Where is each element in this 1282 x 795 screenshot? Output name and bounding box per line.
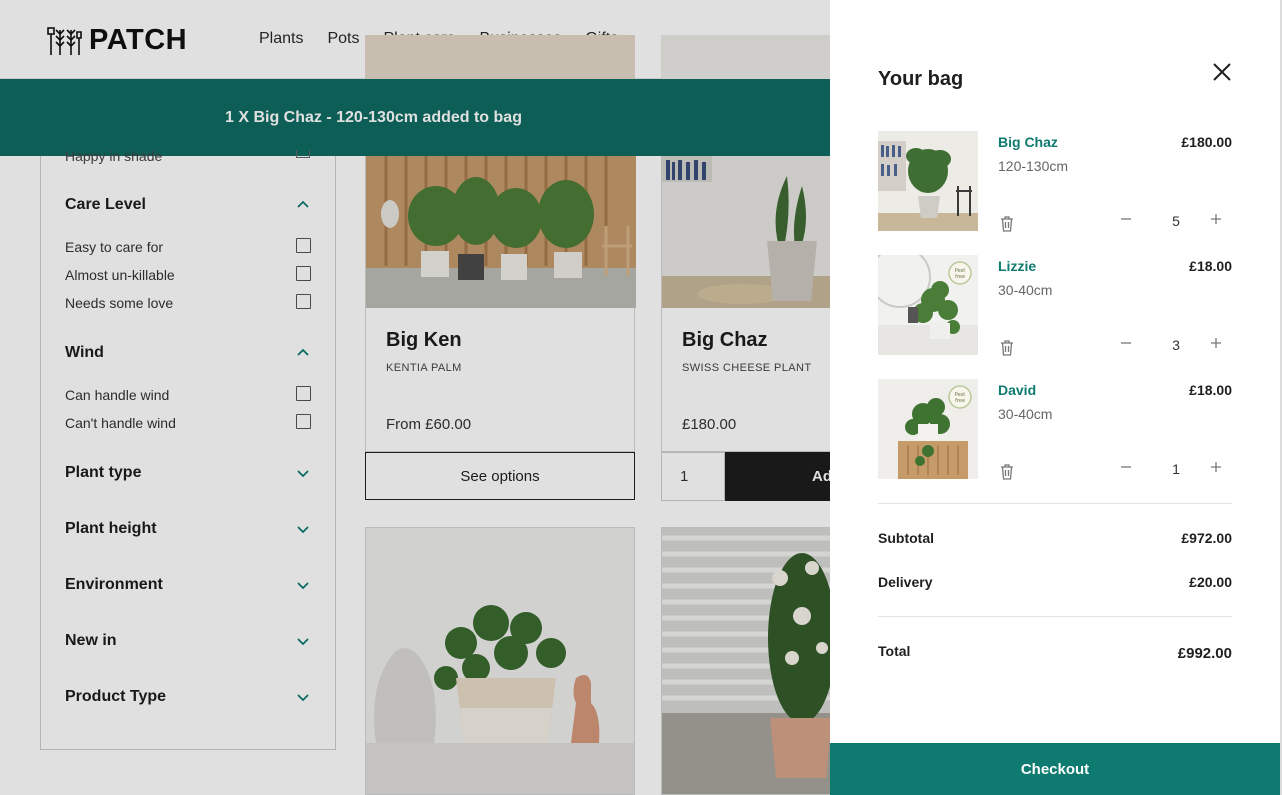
plus-icon[interactable] [1210, 213, 1222, 225]
total-label: Total [878, 643, 911, 659]
divider [878, 503, 1232, 504]
badge-line-free: free [955, 274, 965, 280]
item-thumbnail[interactable] [878, 131, 978, 231]
delivery-value: £20.00 [1189, 574, 1232, 590]
bag-item: Big Chaz 120-130cm £180.00 5 [878, 131, 1232, 232]
badge-line-free: free [955, 398, 965, 404]
item-name[interactable]: Big Chaz [998, 134, 1058, 150]
trash-icon[interactable] [1000, 216, 1014, 232]
item-name[interactable]: David [998, 382, 1036, 398]
trash-icon[interactable] [1000, 464, 1014, 480]
item-quantity[interactable]: 5 [1166, 213, 1186, 229]
item-size: 120-130cm [998, 158, 1069, 174]
item-thumbnail[interactable]: Pest free [878, 379, 978, 479]
checkout-button[interactable]: Checkout [830, 743, 1280, 795]
item-size: 30-40cm [998, 406, 1053, 422]
minus-icon[interactable] [1120, 213, 1132, 225]
bag-drawer: Your bag Big Chaz 120-130cm £180.00 5 Pe… [830, 0, 1282, 795]
item-quantity[interactable]: 3 [1166, 337, 1186, 353]
subtotal-value: £972.00 [1181, 530, 1232, 546]
plus-icon[interactable] [1210, 337, 1222, 349]
minus-icon[interactable] [1120, 337, 1132, 349]
bag-item: Pest free Lizzie 30-40cm £18.00 3 [878, 255, 1232, 356]
page-dim-overlay[interactable] [0, 0, 830, 795]
item-name[interactable]: Lizzie [998, 258, 1036, 274]
item-size: 30-40cm [998, 282, 1053, 298]
bag-item: Pest free David 30-40cm £18.00 1 [878, 379, 1232, 480]
trash-icon[interactable] [1000, 340, 1014, 356]
subtotal-label: Subtotal [878, 530, 934, 546]
item-price: £18.00 [1189, 382, 1232, 398]
close-icon[interactable] [1212, 62, 1232, 82]
divider [878, 616, 1232, 617]
bag-title: Your bag [878, 68, 964, 90]
item-price: £18.00 [1189, 258, 1232, 274]
total-value: £992.00 [1177, 645, 1232, 662]
item-price: £180.00 [1181, 134, 1232, 150]
plus-icon[interactable] [1210, 461, 1222, 473]
item-quantity[interactable]: 1 [1166, 461, 1186, 477]
minus-icon[interactable] [1120, 461, 1132, 473]
item-thumbnail[interactable]: Pest free [878, 255, 978, 355]
delivery-label: Delivery [878, 574, 933, 590]
